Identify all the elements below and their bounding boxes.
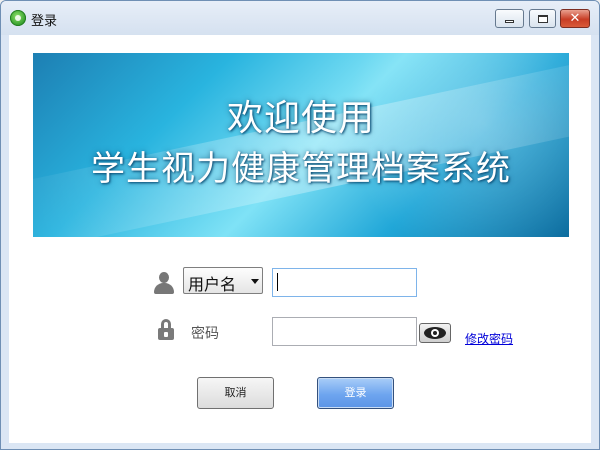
login-panel: 欢迎使用 学生视力健康管理档案系统 用户名 密码 修改密码 取消 登录: [9, 35, 591, 443]
login-window: 登录 ✕ 欢迎使用 学生视力健康管理档案系统 用户名 密码 修改密码 取消 登录: [0, 0, 600, 450]
banner-welcome-text: 欢迎使用: [226, 98, 375, 139]
banner-system-name: 学生视力健康管理档案系统: [91, 149, 511, 189]
password-input[interactable]: [272, 317, 417, 346]
maximize-icon: [538, 15, 548, 23]
account-type-value: 用户名: [188, 275, 237, 294]
maximize-button[interactable]: [529, 9, 556, 28]
text-caret: [277, 273, 278, 291]
cancel-button[interactable]: 取消: [197, 377, 274, 409]
minimize-button[interactable]: [495, 9, 524, 28]
minimize-icon: [505, 20, 514, 23]
app-icon: [10, 10, 26, 26]
login-button[interactable]: 登录: [317, 377, 394, 409]
change-password-link[interactable]: 修改密码: [465, 330, 513, 347]
dropdown-arrow-icon: [251, 279, 259, 284]
window-title: 登录: [31, 14, 58, 29]
close-button[interactable]: ✕: [560, 9, 590, 28]
account-type-select[interactable]: 用户名: [183, 267, 263, 294]
password-label: 密码: [191, 326, 219, 342]
close-icon: ✕: [569, 11, 581, 26]
lock-icon: [157, 319, 175, 341]
show-password-button[interactable]: [419, 323, 451, 343]
title-bar[interactable]: 登录 ✕: [1, 1, 599, 35]
welcome-banner: 欢迎使用 学生视力健康管理档案系统: [33, 53, 569, 237]
user-icon: [153, 271, 175, 295]
username-input[interactable]: [272, 268, 417, 297]
